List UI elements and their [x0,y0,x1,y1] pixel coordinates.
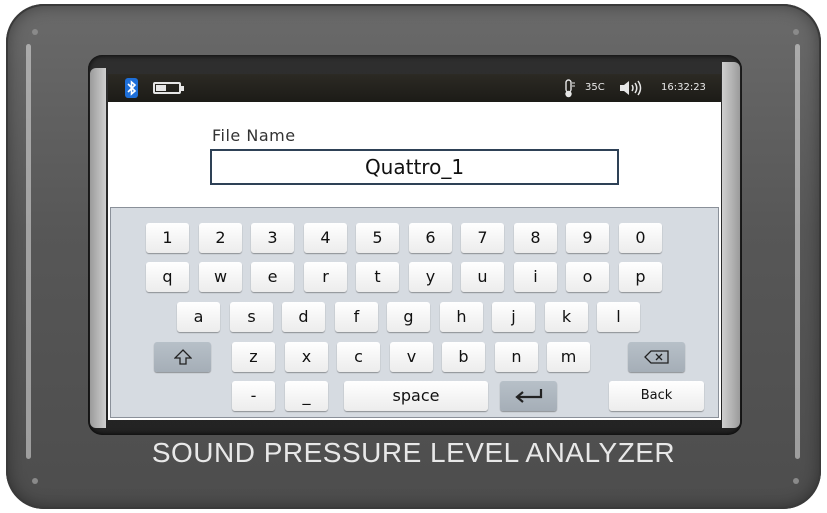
key-4[interactable]: 4 [304,223,347,253]
key-y[interactable]: y [409,262,452,292]
key-2[interactable]: 2 [199,223,242,253]
shift-key[interactable] [154,342,211,372]
clock-readout: 16:32:23 [661,82,706,93]
key-x[interactable]: x [285,342,328,372]
key-q[interactable]: q [146,262,189,292]
key-u[interactable]: u [461,262,504,292]
speaker-icon[interactable] [618,80,644,96]
key-i[interactable]: i [514,262,557,292]
key-8[interactable]: 8 [514,223,557,253]
key-f[interactable]: f [335,302,378,332]
file-name-label: File Name [212,126,296,145]
key-s[interactable]: s [230,302,273,332]
key-p[interactable]: p [619,262,662,292]
key-z[interactable]: z [232,342,275,372]
key-1[interactable]: 1 [146,223,189,253]
key-t[interactable]: t [356,262,399,292]
key-c[interactable]: c [337,342,380,372]
key-b[interactable]: b [442,342,485,372]
key-v[interactable]: v [390,342,433,372]
frame-highlight-left [26,44,31,459]
key-d[interactable]: d [282,302,325,332]
screw-dot [32,29,38,35]
backspace-icon [643,350,669,364]
key-5[interactable]: 5 [356,223,399,253]
bluetooth-icon[interactable] [125,78,138,98]
key-o[interactable]: o [566,262,609,292]
key-a[interactable]: a [177,302,220,332]
status-bar: 35C 16:32:23 [108,74,721,102]
key-7[interactable]: 7 [461,223,504,253]
enter-key[interactable] [500,381,557,411]
key-3[interactable]: 3 [251,223,294,253]
key-underscore[interactable]: _ [285,381,328,411]
device-title: SOUND PRESSURE LEVEL ANALYZER [151,437,676,468]
key-k[interactable]: k [545,302,588,332]
key-r[interactable]: r [304,262,347,292]
key-w[interactable]: w [199,262,242,292]
key-6[interactable]: 6 [409,223,452,253]
bezel-edge-right [722,62,740,428]
backspace-key[interactable] [628,342,685,372]
key-e[interactable]: e [251,262,294,292]
screw-dot [793,478,799,484]
key-m[interactable]: m [547,342,590,372]
screw-dot [32,478,38,484]
key-dash[interactable]: - [232,381,275,411]
on-screen-keyboard: 1 2 3 4 5 6 7 8 9 0 q w e r t y u i o p … [110,207,719,418]
frame-highlight-right [795,44,800,459]
screw-dot [793,29,799,35]
key-h[interactable]: h [440,302,483,332]
key-g[interactable]: g [387,302,430,332]
key-n[interactable]: n [495,342,538,372]
key-j[interactable]: j [492,302,535,332]
thermometer-icon [565,79,575,98]
battery-icon [153,82,184,94]
file-name-input[interactable] [210,149,619,185]
screen: 35C 16:32:23 File Name 1 2 3 4 5 6 7 8 9… [108,74,721,420]
bezel-edge-left [90,68,106,428]
back-button[interactable]: Back [609,381,704,411]
enter-arrow-icon [514,389,542,403]
key-l[interactable]: l [597,302,640,332]
space-key[interactable]: space [344,381,488,411]
key-0[interactable]: 0 [619,223,662,253]
temperature-readout: 35C [585,82,605,93]
key-9[interactable]: 9 [566,223,609,253]
shift-arrow-icon [172,349,193,365]
